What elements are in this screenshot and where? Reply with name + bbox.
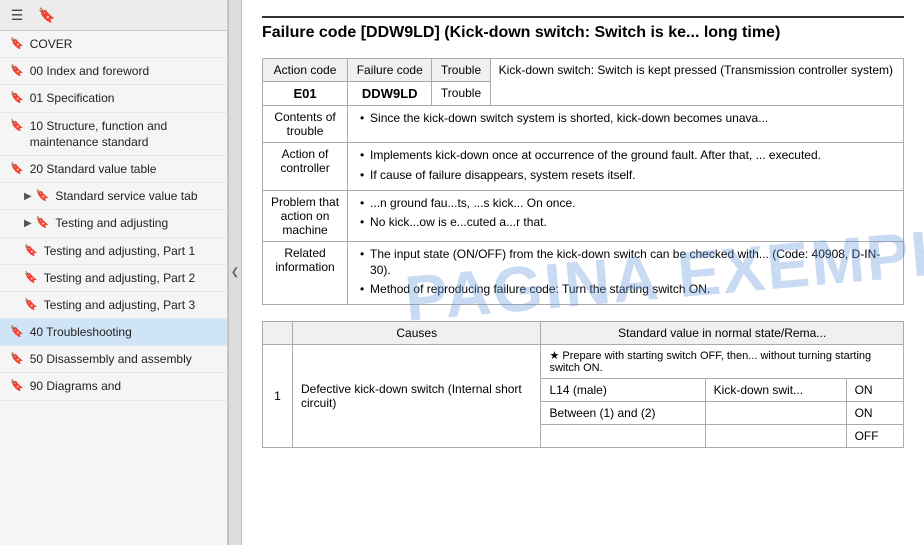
bookmark-icon-40-trouble: 🔖 [10,325,24,339]
causes-state-on2: ON [846,402,903,425]
failure-code-table: Action code Failure code Trouble Kick-do… [262,58,904,305]
fc-contents-value: Since the kick-down switch system is sho… [348,106,904,143]
sidebar-label-01-spec: 01 Specification [30,90,115,106]
sidebar-item-testing-adj-3[interactable]: 🔖 Testing and adjusting, Part 3 [0,292,227,319]
causes-cause: Defective kick-down switch (Internal sho… [293,345,541,448]
bookmark-icon[interactable]: 🔖 [36,4,58,26]
fc-row-contents: Contents oftrouble Since the kick-down s… [263,106,904,143]
sidebar-label-10-structure: 10 Structure, function and maintenance s… [30,118,219,150]
bookmark-icon-cover: 🔖 [10,37,24,51]
main-content: PAGINA EXEMPLU Failure code [DDW9LD] (Ki… [242,0,924,545]
sidebar-item-testing-adj-2[interactable]: 🔖 Testing and adjusting, Part 2 [0,265,227,292]
sidebar-item-40-trouble[interactable]: 🔖 40 Troubleshooting [0,319,227,346]
fc-row-problem: Pro­b­l­e­m thata­c­t­ion onmach­ine ...… [263,190,904,241]
causes-state-off: OFF [846,425,903,448]
sidebar-collapse-handle[interactable]: ❮ [228,0,242,545]
sidebar-label-standard-service: Standard service value tab [55,188,197,204]
causes-condition-off [541,425,705,448]
sidebar-label-20-standard: 20 Standard value table [30,161,157,177]
bookmark-icon-testing-adj-2: 🔖 [24,271,38,285]
bookmark-icon-standard-service: 🔖 [36,189,50,203]
expander-icon-testing-adj[interactable]: ▶ [24,217,32,230]
causes-header-causes: Causes [293,322,541,345]
sidebar-item-90-diagrams[interactable]: 🔖 90 Diagrams and [0,373,227,400]
menu-icon[interactable]: ☰ [6,4,28,26]
causes-num: 1 [263,345,293,448]
fc-header-trouble: Trouble [432,59,490,82]
fc-trouble-label: Trouble [432,82,490,106]
causes-condition-l14: L14 (male) [541,379,705,402]
bookmark-icon-20-standard: 🔖 [10,162,24,176]
fc-row-action: Action ofcontroller Implements kick-down… [263,143,904,190]
bookmark-icon-testing-adj: 🔖 [36,216,50,230]
sidebar-label-cover: COVER [30,36,73,52]
sidebar: ☰ 🔖 🔖 COVER 🔖 00 Index and foreword 🔖 01 Spec… [0,0,228,545]
bookmark-icon-testing-adj-3: 🔖 [24,298,38,312]
bookmark-icon-testing-adj-1: 🔖 [24,244,38,258]
bookmark-icon-50-disassembly: 🔖 [10,352,24,366]
causes-measure-between [705,402,846,425]
sidebar-label-testing-adj: Testing and adjusting [55,215,168,231]
fc-contents-label: Contents oftrouble [263,106,348,143]
causes-row-1: 1 Defective kick-down switch (Internal s… [263,345,904,379]
sidebar-item-50-disassembly[interactable]: 🔖 50 Disassembly and assembly [0,346,227,373]
causes-measure-off [705,425,846,448]
fc-related-label: Relatedinformation [263,241,348,305]
sidebar-label-50-disassembly: 50 Disassembly and assembly [30,351,192,367]
bookmark-icon-10-structure: 🔖 [10,119,24,133]
causes-header-standard: Standard value in normal state/Rema... [541,322,904,345]
fc-problem-value: ...n ground fau...ts, ...s kick... On on… [348,190,904,241]
sidebar-label-40-trouble: 40 Troubleshooting [30,324,132,340]
sidebar-item-cover[interactable]: 🔖 COVER [0,31,227,58]
sidebar-label-testing-adj-1: Testing and adjusting, Part 1 [44,243,195,259]
sidebar-item-20-standard[interactable]: 🔖 20 Standard value table [0,156,227,183]
fc-action-value: Implements kick-down once at occurrence … [348,143,904,190]
sidebar-item-00-index[interactable]: 🔖 00 Index and foreword [0,58,227,85]
causes-prepare: ★ Prepare with starting switch OFF, then… [541,345,904,379]
causes-condition-between: Between (1) and (2) [541,402,705,425]
bookmark-icon-90-diagrams: 🔖 [10,379,24,393]
sidebar-item-standard-service[interactable]: ▶ 🔖 Standard service value tab [0,183,227,210]
bookmark-icon-01-spec: 🔖 [10,91,24,105]
fc-action-label: Action ofcontroller [263,143,348,190]
fc-trouble-desc: Kick-down switch: Switch is kept pressed… [490,59,903,106]
bookmark-icon-00-index: 🔖 [10,64,24,78]
sidebar-item-testing-adj[interactable]: ▶ 🔖 Testing and adjusting [0,210,227,237]
fc-related-value: The input state (ON/OFF) from the kick-d… [348,241,904,305]
sidebar-label-90-diagrams: 90 Diagrams and [30,378,121,394]
causes-state-on: ON [846,379,903,402]
fc-problem-label: Pro­b­l­e­m thata­c­t­ion onmach­ine [263,190,348,241]
fc-action-code: E01 [263,82,348,106]
sidebar-item-01-spec[interactable]: 🔖 01 Specification [0,85,227,112]
page-title: Failure code [DDW9LD] (Kick-down switch:… [262,16,904,44]
causes-table: Causes Standard value in normal state/Re… [262,321,904,448]
causes-measure-l14: Kick-down swit... [705,379,846,402]
sidebar-item-10-structure[interactable]: 🔖 10 Structure, function and maintenance … [0,113,227,156]
fc-failure-code: DDW9LD [348,82,432,106]
expander-icon-standard-service[interactable]: ▶ [24,190,32,203]
sidebar-items: 🔖 COVER 🔖 00 Index and foreword 🔖 01 Specific… [0,31,227,545]
fc-row-related: Relatedinformation The input state (ON/O… [263,241,904,305]
sidebar-item-testing-adj-1[interactable]: 🔖 Testing and adjusting, Part 1 [0,238,227,265]
sidebar-label-00-index: 00 Index and foreword [30,63,149,79]
causes-header-num [263,322,293,345]
fc-header-action: Action code [263,59,348,82]
sidebar-label-testing-adj-2: Testing and adjusting, Part 2 [44,270,195,286]
fc-header-failure: Failure code [348,59,432,82]
sidebar-label-testing-adj-3: Testing and adjusting, Part 3 [44,297,195,313]
sidebar-toolbar: ☰ 🔖 [0,0,227,31]
